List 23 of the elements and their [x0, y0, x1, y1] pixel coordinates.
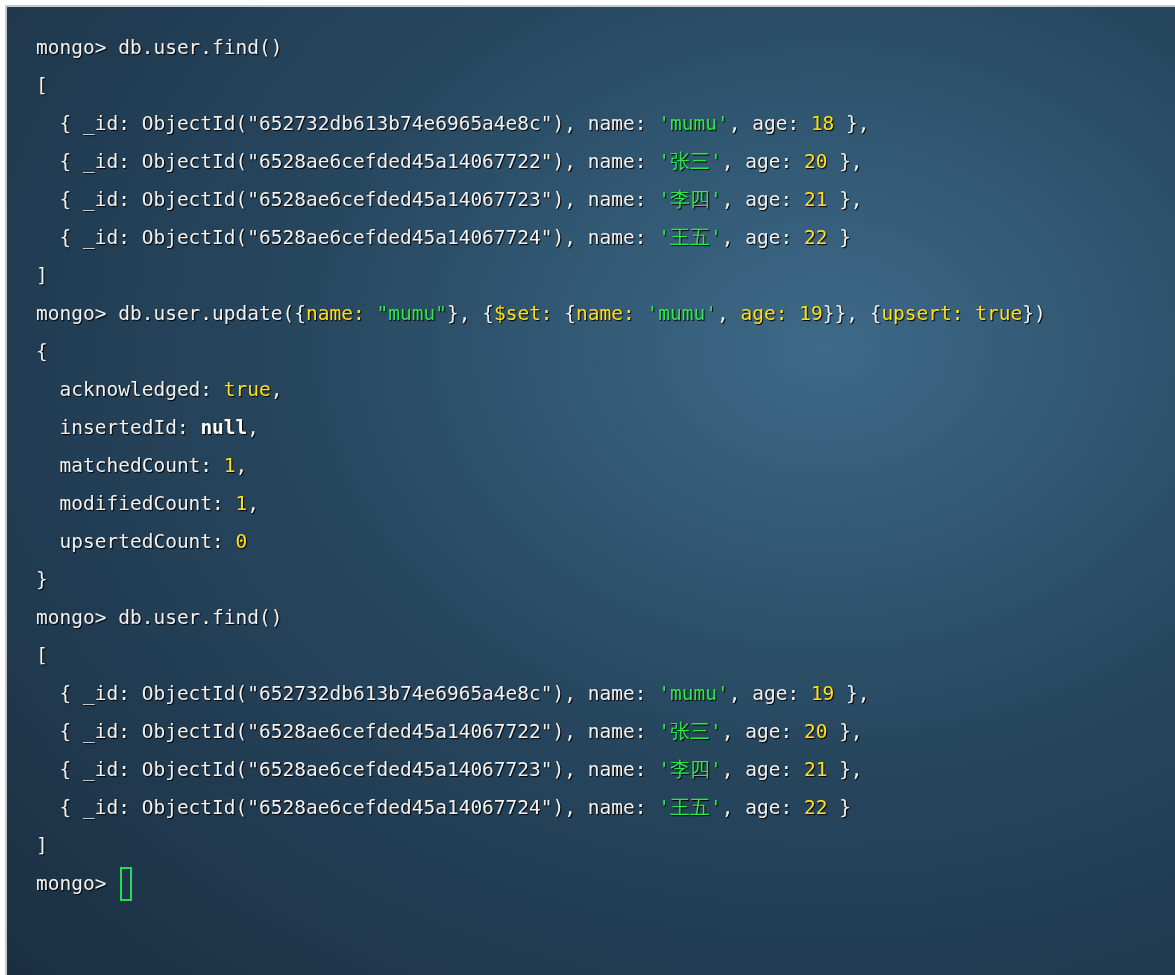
terminal-line: upsertedCount: 0 — [58, 529, 248, 556]
terminal-line: modifiedCount: 1, — [58, 491, 260, 518]
terminal-line: [ — [36, 643, 48, 670]
terminal-line: { _id: ObjectId("6528ae6cefded45a14067722"), name: '张三', age: 20 }, — [58, 719, 863, 746]
terminal-line: { _id: ObjectId("6528ae6cefded45a14067722"), name: '张三', age: 20 }, — [58, 149, 863, 176]
terminal-line: { — [36, 339, 48, 366]
terminal-line: ] — [36, 833, 48, 860]
terminal-line: { _id: ObjectId("6528ae6cefded45a14067724"), name: '王五', age: 22 } — [58, 225, 851, 252]
terminal-line: { _id: ObjectId("6528ae6cefded45a14067724"), name: '王五', age: 22 } — [58, 795, 851, 822]
terminal-line: { _id: ObjectId("6528ae6cefded45a14067723"), name: '李四', age: 21 }, — [58, 187, 863, 214]
terminal-line: { _id: ObjectId("652732db613b74e6965a4e8c"), name: 'mumu', age: 18 }, — [58, 111, 870, 138]
terminal-line: ] — [36, 263, 48, 290]
terminal-line: insertedId: null, — [58, 415, 260, 442]
terminal-line: [ — [36, 73, 48, 100]
terminal-line: } — [36, 567, 48, 594]
terminal-line: mongo> — [36, 871, 108, 898]
terminal-line: mongo> db.user.find() — [36, 35, 283, 62]
terminal-line: acknowledged: true, — [58, 377, 283, 404]
terminal-line: { _id: ObjectId("652732db613b74e6965a4e8c"), name: 'mumu', age: 19 }, — [58, 681, 870, 708]
terminal-line: { _id: ObjectId("6528ae6cefded45a14067723"), name: '李四', age: 21 }, — [58, 757, 863, 784]
terminal-line: mongo> db.user.find() — [36, 605, 283, 632]
terminal-line: mongo> db.user.update({name: "mumu"}, {$set: {name: 'mumu', age: 19}}, {upsert: true}) — [36, 301, 1046, 328]
terminal-line: matchedCount: 1, — [58, 453, 248, 480]
